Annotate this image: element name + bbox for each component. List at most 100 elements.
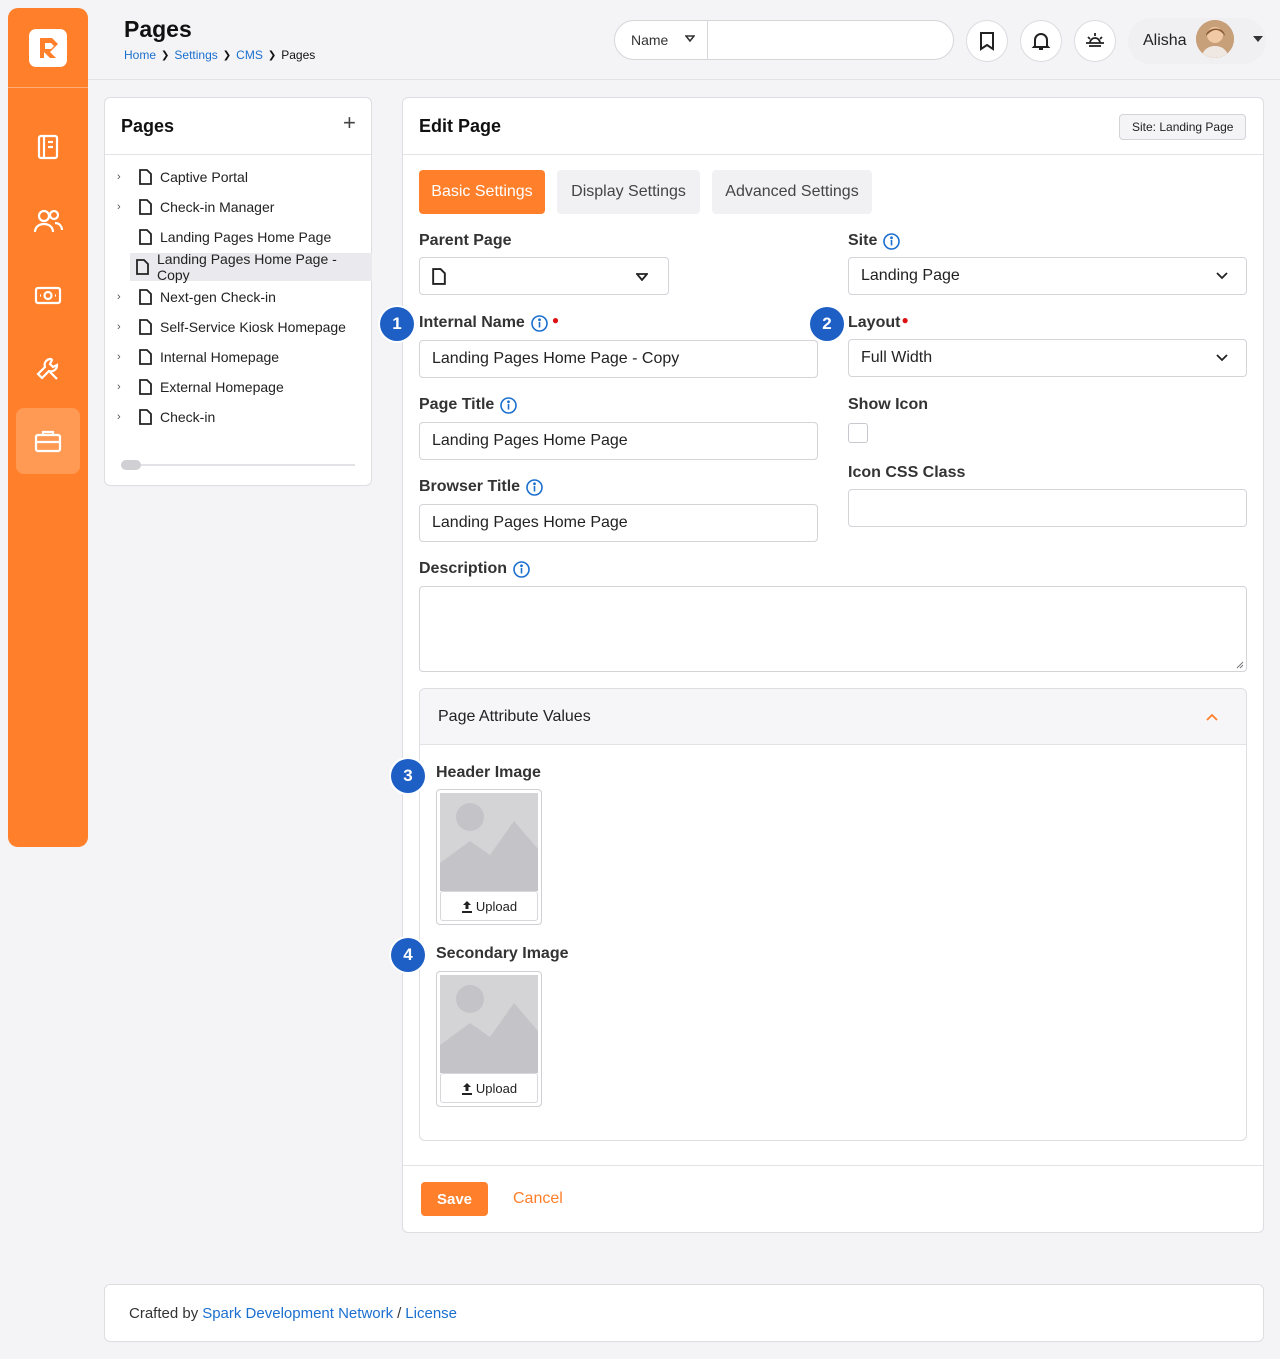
tree-item[interactable]: › Captive Portal bbox=[117, 163, 371, 191]
site-select-value: Landing Page bbox=[861, 267, 960, 284]
tree-item[interactable]: › Check-in bbox=[117, 403, 371, 431]
chevron-right-icon[interactable]: › bbox=[117, 321, 133, 333]
file-icon bbox=[432, 267, 446, 285]
browser-title-input[interactable]: Landing Pages Home Page bbox=[419, 504, 818, 542]
tree-item[interactable]: › External Homepage bbox=[117, 373, 371, 401]
site-select[interactable]: Landing Page bbox=[848, 257, 1247, 295]
chevron-right-icon[interactable]: › bbox=[117, 351, 133, 363]
breadcrumb-cms[interactable]: CMS bbox=[236, 48, 263, 62]
tab-display-settings[interactable]: Display Settings bbox=[557, 170, 700, 214]
footer-spark-link[interactable]: Spark Development Network bbox=[202, 1305, 393, 1322]
nav-wrench-icon[interactable] bbox=[16, 336, 80, 402]
layout-select[interactable]: Full Width bbox=[848, 339, 1247, 377]
chevron-right-icon[interactable]: › bbox=[117, 291, 133, 303]
file-icon bbox=[139, 379, 152, 395]
image-placeholder-icon bbox=[440, 793, 538, 891]
resize-handle-icon[interactable] bbox=[1236, 661, 1244, 669]
breadcrumb-home[interactable]: Home bbox=[124, 48, 156, 62]
tree-title: Pages bbox=[121, 116, 175, 136]
upload-button[interactable]: Upload bbox=[440, 891, 538, 921]
divider bbox=[403, 1165, 1263, 1166]
required-indicator: ● bbox=[551, 313, 560, 327]
icon-css-class-label: Icon CSS Class bbox=[848, 464, 966, 481]
info-icon[interactable] bbox=[526, 478, 543, 496]
browser-title-label: Browser Title bbox=[419, 478, 543, 496]
edit-page-title: Edit Page bbox=[419, 116, 502, 136]
tree-item-label: Landing Pages Home Page bbox=[160, 229, 332, 245]
user-name: Alisha bbox=[1143, 32, 1187, 49]
page-title-label: Page Title bbox=[419, 396, 518, 414]
divider bbox=[403, 154, 1263, 155]
notifications-button[interactable] bbox=[1020, 20, 1062, 62]
tree-item[interactable]: › Self-Service Kiosk Homepage bbox=[117, 313, 371, 341]
file-icon bbox=[139, 169, 152, 185]
nav-money-icon[interactable] bbox=[16, 262, 80, 328]
upload-button[interactable]: Upload bbox=[440, 1073, 538, 1103]
footer-license-link[interactable]: License bbox=[405, 1305, 457, 1322]
info-icon[interactable] bbox=[500, 396, 518, 414]
callout-badge: 3 bbox=[391, 759, 425, 793]
header-image-uploader[interactable]: Upload bbox=[436, 789, 542, 925]
file-icon bbox=[139, 349, 152, 365]
tree-item-selected[interactable]: Landing Pages Home Page - Copy bbox=[130, 251, 372, 283]
chevron-right-icon: ❯ bbox=[161, 49, 170, 61]
tab-basic-settings[interactable]: Basic Settings bbox=[419, 170, 545, 214]
tab-advanced-settings[interactable]: Advanced Settings bbox=[712, 170, 872, 214]
nav-people-icon[interactable] bbox=[16, 188, 80, 254]
avatar bbox=[1196, 20, 1234, 58]
cancel-button[interactable]: Cancel bbox=[513, 1190, 563, 1208]
scrollbar-thumb[interactable] bbox=[121, 460, 141, 470]
description-textarea[interactable] bbox=[419, 586, 1247, 672]
chevron-right-icon: ❯ bbox=[267, 49, 277, 61]
chevron-right-icon[interactable]: › bbox=[117, 201, 133, 213]
add-page-button[interactable]: + bbox=[343, 110, 356, 136]
required-indicator: ● bbox=[901, 313, 909, 327]
bookmark-button[interactable] bbox=[966, 20, 1008, 62]
file-icon bbox=[139, 199, 152, 215]
nav-briefcase-icon[interactable] bbox=[16, 408, 80, 474]
description-label: Description bbox=[419, 560, 530, 578]
secondary-image-uploader[interactable]: Upload bbox=[436, 971, 542, 1107]
callout-badge: 4 bbox=[391, 938, 425, 972]
info-icon[interactable] bbox=[531, 314, 548, 332]
chevron-right-icon[interactable]: › bbox=[117, 411, 133, 423]
tree-item[interactable]: › Internal Homepage bbox=[117, 343, 371, 371]
tree-item[interactable]: › Check-in Manager bbox=[117, 193, 371, 221]
secondary-image-label: Secondary Image bbox=[436, 945, 569, 962]
search-type-select[interactable]: Name bbox=[615, 21, 708, 59]
parent-page-picker[interactable] bbox=[419, 257, 669, 295]
caret-down-icon bbox=[685, 35, 695, 43]
info-icon[interactable] bbox=[513, 560, 530, 578]
page-footer: Crafted by Spark Development Network / L… bbox=[104, 1284, 1264, 1342]
show-icon-checkbox[interactable] bbox=[848, 423, 868, 443]
attribute-panel: Page Attribute Values bbox=[419, 688, 1247, 1141]
page-title: Pages bbox=[124, 16, 192, 42]
tree-item[interactable]: › Next-gen Check-in bbox=[117, 283, 371, 311]
breadcrumb-current: Pages bbox=[281, 48, 316, 62]
internal-name-input[interactable]: Landing Pages Home Page - Copy bbox=[419, 340, 818, 378]
info-icon[interactable] bbox=[883, 232, 901, 250]
chevron-up-icon[interactable] bbox=[1206, 713, 1218, 721]
site-badge: Site: Landing Page bbox=[1119, 114, 1247, 140]
save-button[interactable]: Save bbox=[421, 1182, 488, 1216]
icon-css-class-input[interactable] bbox=[848, 489, 1247, 527]
chevron-right-icon[interactable]: › bbox=[117, 381, 133, 393]
logo-area bbox=[8, 8, 88, 88]
rock-logo-icon[interactable] bbox=[29, 28, 67, 67]
theme-toggle-button[interactable] bbox=[1074, 20, 1116, 62]
tree-item-label: Captive Portal bbox=[160, 169, 248, 185]
file-icon bbox=[139, 409, 152, 425]
tree-item-label: Self-Service Kiosk Homepage bbox=[160, 319, 346, 335]
tree-item-label: Internal Homepage bbox=[160, 349, 280, 365]
user-menu[interactable]: Alisha bbox=[1128, 18, 1266, 64]
breadcrumb-settings[interactable]: Settings bbox=[174, 48, 217, 62]
chevron-down-icon bbox=[1216, 354, 1228, 362]
page-title-input[interactable]: Landing Pages Home Page bbox=[419, 422, 818, 460]
footer-prefix: Crafted by bbox=[129, 1304, 199, 1322]
chevron-right-icon[interactable]: › bbox=[117, 171, 133, 183]
horizontal-scrollbar[interactable] bbox=[121, 464, 355, 466]
site-label: Site bbox=[848, 232, 901, 250]
tree-item-label: External Homepage bbox=[160, 379, 284, 395]
tree-item[interactable]: Landing Pages Home Page bbox=[117, 223, 371, 251]
nav-book-icon[interactable] bbox=[16, 114, 80, 180]
